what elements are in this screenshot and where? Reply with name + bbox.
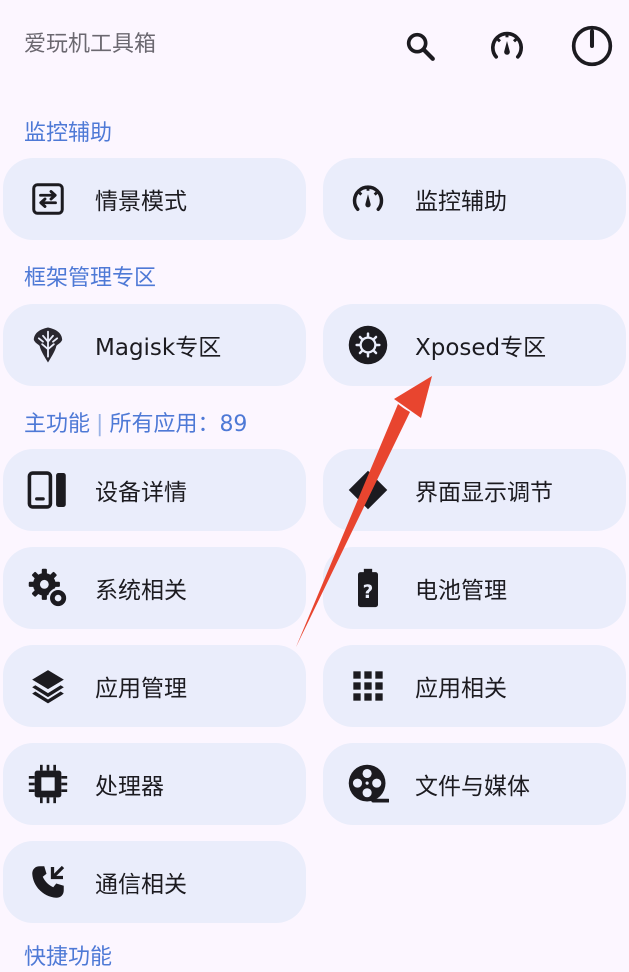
battery-icon: ? [345, 565, 391, 611]
app-title: 爱玩机工具箱 [24, 32, 157, 57]
power-button[interactable] [568, 22, 616, 70]
card-label: 电池管理 [415, 578, 507, 604]
speedometer-icon [491, 31, 523, 59]
card-label: 情景模式 [95, 189, 187, 215]
layers-icon [25, 663, 71, 709]
card-label: 系统相关 [95, 578, 187, 604]
card-label: 界面显示调节 [415, 480, 553, 506]
card-app-related[interactable]: 应用相关 [323, 645, 626, 727]
film-reel-icon [345, 761, 391, 807]
card-display-adjust[interactable]: 界面显示调节 [323, 449, 626, 531]
app-count-label: 所有应用：89 [109, 412, 248, 437]
card-battery[interactable]: ? 电池管理 [323, 547, 626, 629]
swap-arrows-icon [25, 176, 71, 222]
card-label: 监控辅助 [415, 189, 507, 215]
speedometer-icon [345, 176, 391, 222]
power-icon [571, 25, 613, 67]
card-label: Magisk专区 [95, 335, 222, 361]
section-title-framework: 框架管理专区 [24, 266, 157, 291]
card-system[interactable]: 系统相关 [3, 547, 306, 629]
magisk-icon [25, 322, 71, 368]
card-label: 通信相关 [95, 872, 187, 898]
grid-icon [345, 663, 391, 709]
monitor-button[interactable] [483, 22, 531, 70]
svg-text:?: ? [363, 582, 374, 603]
chip-icon [25, 761, 71, 807]
phone-icon [25, 859, 71, 905]
card-communication[interactable]: 通信相关 [3, 841, 306, 923]
card-scene-mode[interactable]: 情景模式 [3, 158, 306, 240]
card-device-details[interactable]: 设备详情 [3, 449, 306, 531]
section-separator: | [96, 412, 104, 437]
search-button[interactable] [396, 22, 444, 70]
card-label: 设备详情 [95, 480, 187, 506]
section-title-main: 主功能 | 所有应用：89 [24, 411, 247, 439]
section-title-main-label: 主功能 [24, 412, 91, 437]
card-monitor-assist[interactable]: 监控辅助 [323, 158, 626, 240]
card-label: 应用相关 [415, 676, 507, 702]
card-xposed[interactable]: Xposed专区 [323, 304, 626, 386]
app-bar: 爱玩机工具箱 [0, 0, 629, 92]
section-title-monitor: 监控辅助 [24, 121, 113, 146]
card-label: 文件与媒体 [415, 774, 530, 800]
card-label: 应用管理 [95, 676, 187, 702]
device-icon [25, 467, 71, 513]
card-magisk[interactable]: Magisk专区 [3, 304, 306, 386]
display-icon [345, 467, 391, 513]
section-title-shortcut: 快捷功能 [24, 945, 113, 970]
card-label: 处理器 [95, 774, 164, 800]
card-app-management[interactable]: 应用管理 [3, 645, 306, 727]
gear-icon [25, 565, 71, 611]
search-icon [406, 32, 435, 61]
card-processor[interactable]: 处理器 [3, 743, 306, 825]
card-files-media[interactable]: 文件与媒体 [323, 743, 626, 825]
xposed-icon [345, 322, 391, 368]
card-label: Xposed专区 [415, 335, 547, 361]
